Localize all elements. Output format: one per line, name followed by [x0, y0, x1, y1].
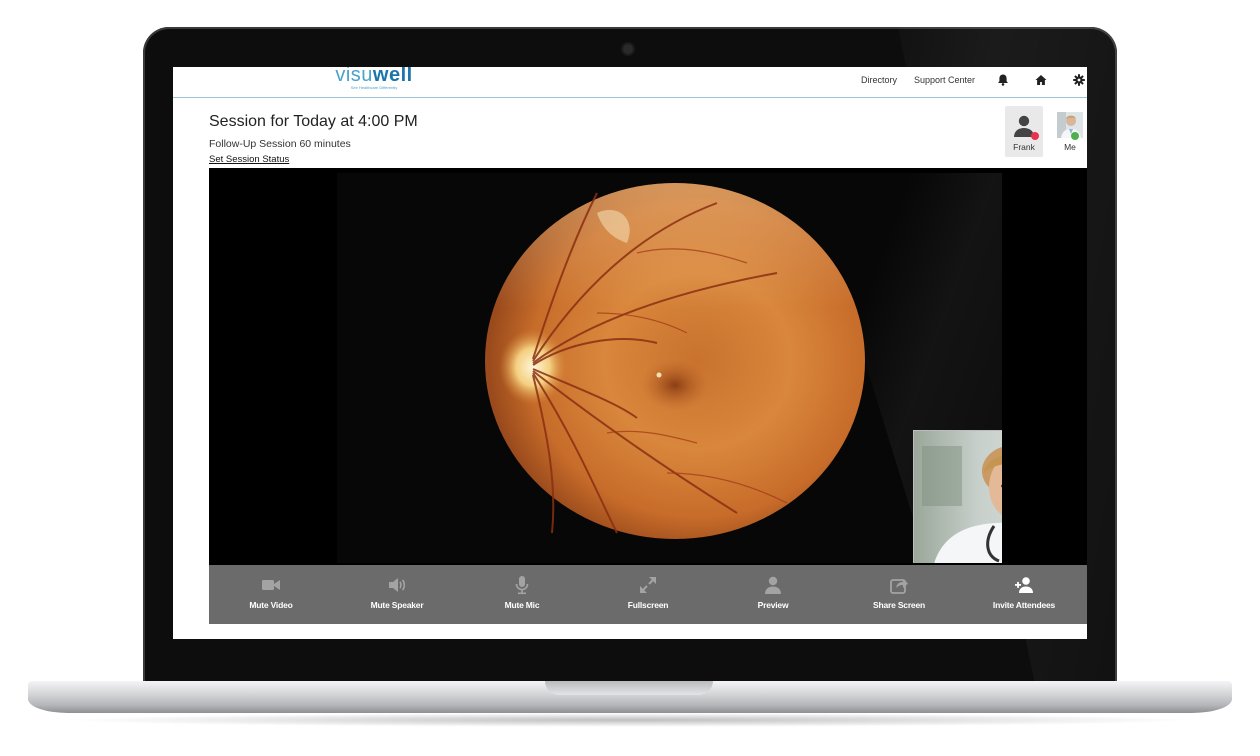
- fullscreen-button[interactable]: Fullscreen: [593, 565, 703, 624]
- top-header: visuwell See Healthcare Differently Dire…: [173, 67, 1087, 98]
- video-stage[interactable]: [209, 168, 1087, 565]
- video-camera-icon: [261, 575, 281, 595]
- mute-video-button[interactable]: Mute Video: [216, 565, 326, 624]
- control-label: Mute Video: [249, 600, 293, 610]
- invite-attendees-button[interactable]: Invite Attendees: [969, 565, 1079, 624]
- attendee-name: Frank: [1013, 142, 1035, 152]
- microphone-icon: [512, 575, 532, 595]
- control-label: Invite Attendees: [992, 600, 1056, 610]
- webcam-icon: [623, 44, 633, 54]
- control-label: Share Screen: [873, 600, 925, 610]
- main-video-feed[interactable]: [337, 173, 1002, 563]
- presence-offline-dot: [1031, 132, 1039, 140]
- control-label: Preview: [757, 600, 789, 610]
- set-session-status-link[interactable]: Set Session Status: [209, 154, 289, 165]
- call-control-bar: Mute Video Mute Speaker Mute Mic Fullscr…: [209, 565, 1087, 624]
- control-label: Mute Mic: [504, 600, 540, 610]
- user-photo-icon: [1057, 112, 1083, 138]
- attendee-me[interactable]: Me: [1051, 106, 1087, 157]
- preview-button[interactable]: Preview: [718, 565, 828, 624]
- home-icon[interactable]: [1033, 72, 1049, 88]
- laptop-shadow: [60, 713, 1200, 727]
- speaker-icon: [387, 575, 407, 595]
- presence-online-dot: [1071, 132, 1079, 140]
- directory-link[interactable]: Directory: [861, 75, 897, 85]
- expand-icon: [638, 575, 658, 595]
- app-screen: visuwell See Healthcare Differently Dire…: [173, 67, 1087, 639]
- attendee-name: Me: [1064, 142, 1076, 152]
- logo-part-2: well: [372, 67, 413, 86]
- gear-icon[interactable]: [1071, 72, 1087, 88]
- mute-speaker-button[interactable]: Mute Speaker: [342, 565, 452, 624]
- mute-mic-button[interactable]: Mute Mic: [467, 565, 577, 624]
- doctor-camera-feed: [914, 431, 1002, 563]
- attendee-frank[interactable]: Frank: [1005, 106, 1043, 157]
- add-user-icon: [1014, 575, 1034, 595]
- control-label: Fullscreen: [627, 600, 669, 610]
- laptop-notch: [545, 681, 713, 695]
- share-screen-button[interactable]: Share Screen: [844, 565, 954, 624]
- logo-wordmark: visuwell: [329, 67, 419, 85]
- bell-icon[interactable]: [995, 72, 1011, 88]
- logo-part-1: visu: [335, 67, 373, 86]
- visuwell-logo[interactable]: visuwell See Healthcare Differently: [329, 67, 419, 95]
- person-icon: [763, 575, 783, 595]
- control-label: Mute Speaker: [370, 600, 424, 610]
- support-center-link[interactable]: Support Center: [914, 75, 975, 85]
- self-view-pip[interactable]: [913, 430, 1002, 563]
- session-subtitle: Follow-Up Session 60 minutes: [209, 138, 351, 150]
- share-icon: [889, 575, 909, 595]
- session-title: Session for Today at 4:00 PM: [209, 113, 418, 130]
